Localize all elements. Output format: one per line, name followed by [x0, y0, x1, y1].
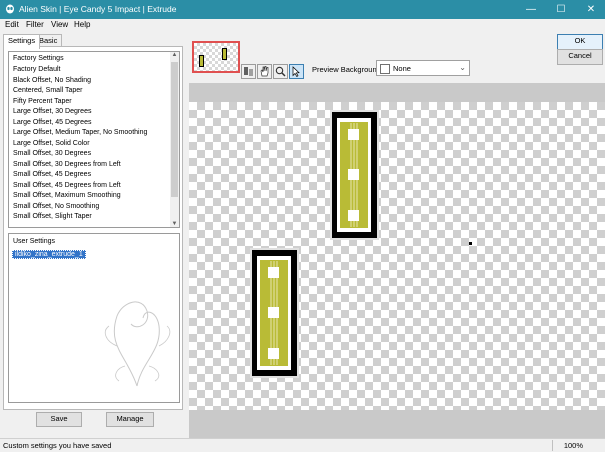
list-item[interactable]: Small Offset, Slight Taper [13, 213, 92, 220]
scrollbar-thumb[interactable] [171, 62, 178, 197]
hand-tool[interactable] [257, 64, 272, 79]
scroll-up-icon[interactable]: ▲ [170, 52, 179, 58]
menu-filter[interactable]: Filter [26, 20, 44, 29]
title-bar: Alien Skin | Eye Candy 5 Impact | Extrud… [0, 0, 605, 19]
list-item[interactable]: Small Offset, 30 Degrees [13, 150, 91, 157]
preview-top-margin [189, 83, 605, 102]
list-item[interactable]: Black Offset, No Shading [13, 77, 91, 84]
factory-list-scrollbar[interactable]: ▲ ▼ [170, 52, 179, 227]
window-title: Alien Skin | Eye Candy 5 Impact | Extrud… [19, 4, 177, 14]
list-item[interactable]: Factory Default [13, 66, 60, 73]
factory-settings-list[interactable]: Factory Settings Factory Default Black O… [8, 51, 180, 228]
menu-edit[interactable]: Edit [5, 20, 19, 29]
close-button[interactable]: ✕ [577, 0, 605, 19]
zoom-level: 100% [563, 441, 583, 450]
maximize-button[interactable]: ☐ [547, 0, 575, 19]
menu-bar: Edit Filter View Help [0, 19, 605, 32]
scroll-down-icon[interactable]: ▼ [170, 221, 179, 227]
cancel-button[interactable]: Cancel [557, 49, 603, 65]
preview-canvas[interactable] [189, 102, 605, 410]
list-item[interactable]: Large Offset, 30 Degrees [13, 108, 91, 115]
hand-icon [260, 66, 269, 77]
navigator-thumbnail[interactable] [192, 41, 240, 73]
status-text: Custom settings you have saved [3, 441, 112, 450]
factory-settings-header: Factory Settings [13, 55, 64, 62]
list-item[interactable]: Small Offset, Maximum Smoothing [13, 192, 121, 199]
ok-button[interactable]: OK [557, 34, 603, 50]
cursor-dot [469, 242, 472, 245]
list-item[interactable]: Small Offset, 45 Degrees from Left [13, 182, 121, 189]
zoom-tool[interactable] [273, 64, 288, 79]
preview-bottom-margin [189, 410, 605, 438]
zoom-icon [275, 66, 286, 77]
preview-background-value: None [393, 64, 411, 73]
tab-settings[interactable]: Settings [3, 34, 41, 49]
list-item[interactable]: Small Offset, 45 Degrees [13, 171, 91, 178]
minimize-button[interactable]: — [517, 0, 545, 19]
swap-preview-tool[interactable] [241, 64, 256, 79]
extruded-bar-lower [250, 248, 299, 378]
save-button[interactable]: Save [36, 412, 82, 427]
menu-help[interactable]: Help [74, 20, 90, 29]
pointer-tool[interactable] [289, 64, 304, 79]
preview-background-select[interactable]: None ⌄ [376, 60, 470, 76]
user-settings-list[interactable]: User Settings ildiko_zina_extrude_1 [8, 233, 180, 403]
extruded-bar-upper [330, 110, 379, 240]
chevron-down-icon: ⌄ [459, 63, 466, 72]
pointer-icon [292, 66, 300, 77]
list-item[interactable]: Centered, Small Taper [13, 87, 83, 94]
extruded-objects [250, 110, 472, 378]
list-item[interactable]: Small Offset, 30 Degrees from Left [13, 161, 121, 168]
list-item[interactable]: Small Offset, No Smoothing [13, 203, 99, 210]
list-item[interactable]: Large Offset, Medium Taper, No Smoothing [13, 129, 147, 136]
manage-button[interactable]: Manage [106, 412, 154, 427]
swap-icon [244, 67, 253, 76]
status-bar: Custom settings you have saved 100% [0, 438, 605, 452]
thumbnail-preview-icon [199, 48, 227, 67]
menu-view[interactable]: View [51, 20, 68, 29]
background-swatch-icon [380, 64, 390, 74]
list-item[interactable]: Fifty Percent Taper [13, 98, 72, 105]
preview-background-label: Preview Background: [312, 65, 383, 74]
user-setting-selected[interactable]: ildiko_zina_extrude_1 [12, 250, 86, 259]
list-item[interactable]: Large Offset, 45 Degrees [13, 119, 91, 126]
status-separator [552, 440, 553, 451]
alien-skin-app-icon [6, 4, 14, 14]
watermark-flourish-icon [104, 301, 171, 387]
list-item[interactable]: Large Offset, Solid Color [13, 140, 90, 147]
user-settings-header: User Settings [13, 238, 56, 245]
